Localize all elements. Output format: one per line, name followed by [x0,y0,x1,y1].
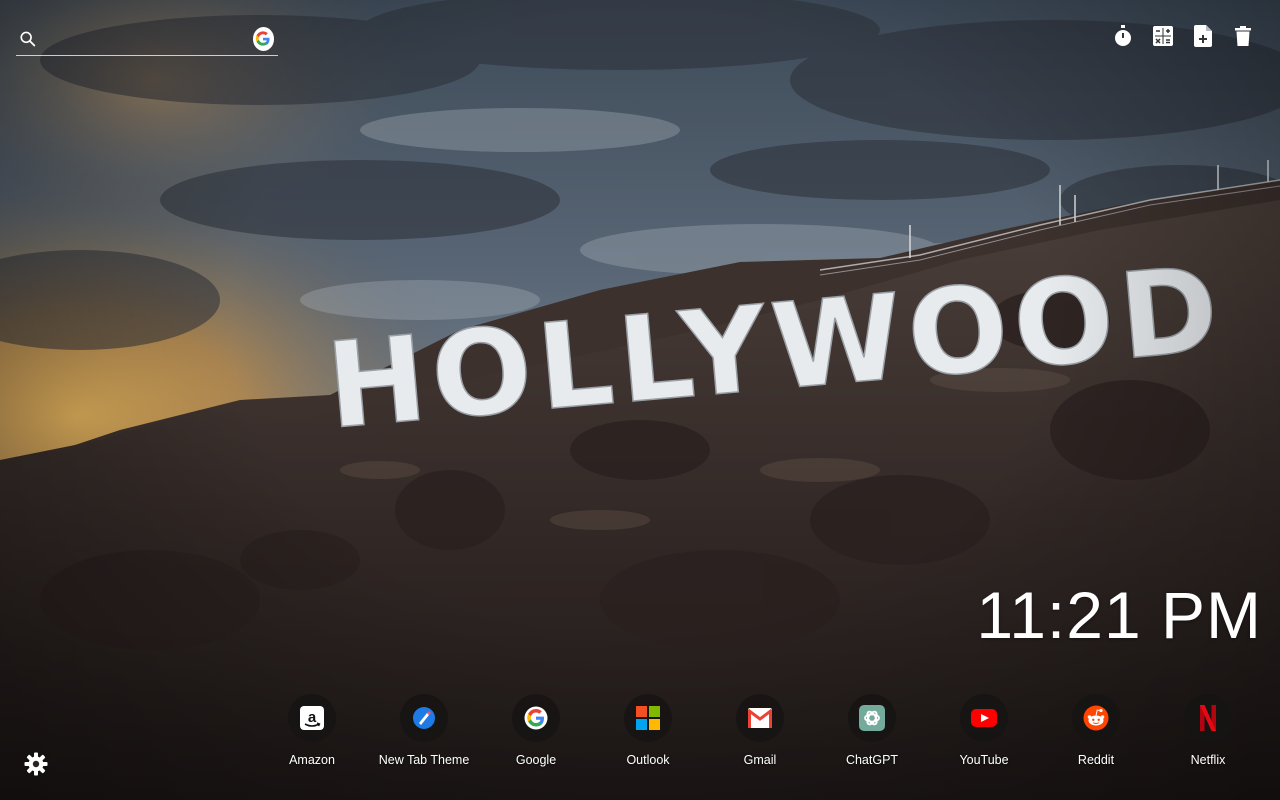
hollywood-sign-scene: HOLLYWOOD [0,0,1280,800]
amazon-icon: a [300,706,324,730]
shortcut-label: Amazon [289,753,335,767]
google-icon [524,706,548,730]
new-tab-theme-icon [413,707,435,729]
shortcut-label: Google [515,753,557,767]
shortcut-google[interactable]: Google [480,694,592,767]
shortcut-outlook[interactable]: Outlook [592,694,704,767]
shortcut-dock: a Amazon New Tab Theme Google Outlook Gm… [256,694,1264,767]
google-icon [256,30,270,46]
gmail-icon [748,708,772,728]
shortcut-icon-wrap [624,694,672,742]
shortcut-chatgpt[interactable]: ChatGPT [816,694,928,767]
shortcut-icon-wrap [1072,694,1120,742]
calculator-icon [1153,26,1173,46]
shortcut-amazon[interactable]: a Amazon [256,694,368,767]
trash-button[interactable] [1232,25,1254,47]
google-engine-button[interactable] [252,26,274,51]
shortcut-icon-wrap [960,694,1008,742]
shortcut-new-tab-theme[interactable]: New Tab Theme [368,694,480,767]
background-wallpaper: HOLLYWOOD [0,0,1280,800]
shortcut-label: Outlook [626,753,670,767]
shortcut-gmail[interactable]: Gmail [704,694,816,767]
search-bar [16,22,278,56]
shortcut-label: Netflix [1190,753,1226,767]
shortcut-label: Gmail [743,753,777,767]
shortcut-netflix[interactable]: Netflix [1152,694,1264,767]
gear-icon [24,752,48,776]
shortcut-label: New Tab Theme [378,753,470,767]
file-add-icon [1194,25,1212,47]
add-note-button[interactable] [1192,25,1214,47]
chatgpt-icon [859,705,885,731]
netflix-icon [1200,705,1216,731]
shortcut-youtube[interactable]: YouTube [928,694,1040,767]
stopwatch-icon [1115,25,1131,46]
shortcut-icon-wrap [848,694,896,742]
top-toolbar [1112,25,1254,47]
shortcut-icon-wrap: a [288,694,336,742]
settings-button[interactable] [24,752,48,776]
shortcut-label: Reddit [1077,753,1115,767]
search-input[interactable] [37,30,253,47]
calculator-button[interactable] [1152,25,1174,47]
shortcut-icon-wrap [400,694,448,742]
clock-time: 11:21 PM [976,578,1262,652]
shortcut-icon-wrap [512,694,560,742]
search-icon[interactable] [18,28,38,50]
shortcut-icon-wrap [736,694,784,742]
shortcut-reddit[interactable]: Reddit [1040,694,1152,767]
youtube-icon [971,709,997,727]
microsoft-icon [636,706,660,730]
svg-text:a: a [308,709,317,726]
trash-icon [1235,26,1251,46]
shortcut-label: YouTube [959,753,1009,767]
shortcut-label: ChatGPT [845,753,899,767]
shortcut-icon-wrap [1184,694,1232,742]
reddit-icon [1083,705,1109,731]
stopwatch-button[interactable] [1112,25,1134,47]
